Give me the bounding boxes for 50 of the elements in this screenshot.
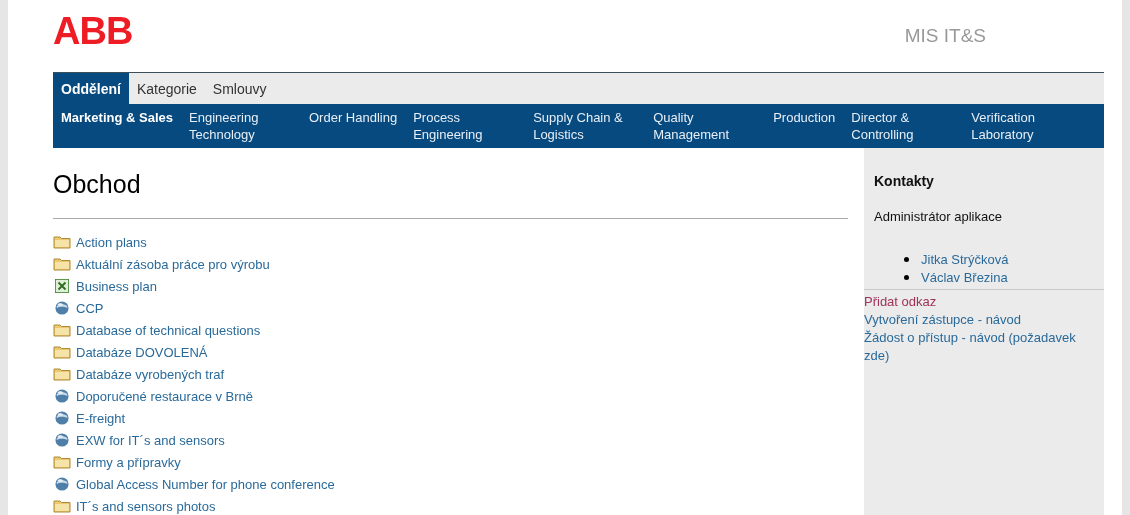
document-link[interactable]: Databáze DOVOLENÁ (76, 344, 208, 360)
folder-icon (53, 345, 71, 359)
folder-icon (53, 367, 71, 381)
document-link[interactable]: Aktuální zásoba práce pro výrobu (76, 256, 270, 272)
bullet-icon (904, 274, 909, 280)
globe-icon (53, 433, 71, 447)
document-link[interactable]: E-freight (76, 410, 126, 426)
folder-icon (53, 323, 71, 337)
department-link[interactable]: Verification Laboratory (963, 109, 1084, 143)
company-logo: ABB (53, 9, 133, 53)
document-link[interactable]: IT´s and sensors photos (76, 498, 216, 514)
department-link[interactable]: Process Engineering (405, 109, 526, 143)
globe-icon (53, 389, 71, 403)
spreadsheet-icon (53, 279, 71, 293)
contacts-heading: Kontakty (874, 173, 935, 189)
contact-link[interactable]: Václav Březina (921, 269, 1008, 285)
document-link[interactable]: Databáze vyrobených traf (76, 366, 225, 382)
department-link[interactable]: Marketing & Sales (53, 109, 181, 126)
document-link[interactable]: EXW for IT´s and sensors (76, 432, 225, 448)
document-link[interactable]: Formy a přípravky (76, 454, 181, 470)
bullet-icon (904, 256, 909, 262)
department-link[interactable]: Production (765, 109, 844, 126)
folder-icon (53, 455, 71, 469)
department-link[interactable]: Quality Management (645, 109, 766, 143)
document-link[interactable]: Global Access Number for phone conference (76, 476, 335, 492)
folder-icon (53, 257, 71, 271)
department-link[interactable]: Order Handling (301, 109, 406, 126)
folder-icon (53, 499, 71, 513)
add-link[interactable]: Přidat odkaz (864, 293, 1104, 311)
tab[interactable]: Kategorie (128, 73, 205, 104)
document-link[interactable]: Business plan (76, 278, 157, 294)
tab[interactable]: Smlouvy (204, 73, 275, 104)
help-link[interactable]: Vytvoření zástupce - návod (864, 311, 1099, 329)
contact-link[interactable]: Jitka Strýčková (921, 251, 1009, 267)
globe-icon (53, 411, 71, 425)
tab[interactable]: Oddělení (53, 73, 129, 104)
folder-icon (53, 235, 71, 249)
department-link[interactable]: Supply Chain & Logistics (525, 109, 646, 143)
document-link[interactable]: Database of technical questions (76, 322, 261, 338)
admin-label: Administrátor aplikace (874, 209, 1003, 224)
app-title: MIS IT&S (904, 25, 986, 47)
page-title: Obchod (53, 170, 142, 199)
department-link[interactable]: Engineering Technology (181, 109, 301, 143)
document-link[interactable]: CCP (76, 300, 104, 316)
document-link[interactable]: Action plans (76, 234, 147, 250)
document-link[interactable]: Doporučené restaurace v Brně (76, 388, 254, 404)
help-link[interactable]: Žádost o přístup - návod (požadavek zde) (864, 329, 1099, 365)
globe-icon (53, 301, 71, 315)
department-link[interactable]: Director & Controlling (843, 109, 964, 143)
globe-icon (53, 477, 71, 491)
